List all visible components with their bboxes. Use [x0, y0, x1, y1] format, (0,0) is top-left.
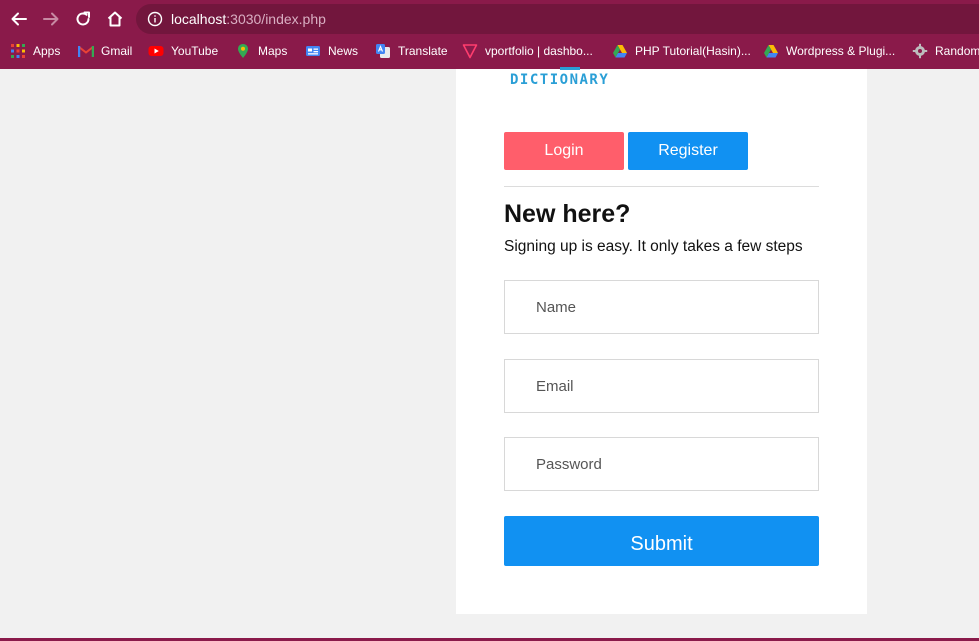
form-subtext: Signing up is easy. It only takes a few …: [504, 238, 803, 255]
auth-card: DICTIONARY Login Register New here? Sign…: [456, 67, 867, 614]
forward-button[interactable]: [38, 6, 64, 32]
bookmark-vportfolio[interactable]: vportfolio | dashbo...: [462, 42, 593, 60]
reload-button[interactable]: [70, 6, 96, 32]
name-placeholder: Name: [536, 298, 577, 316]
bookmark-apps[interactable]: Apps: [10, 42, 60, 60]
email-placeholder: Email: [536, 377, 574, 395]
bookmark-label: Translate: [398, 44, 448, 58]
bookmark-youtube[interactable]: YouTube: [148, 42, 218, 60]
url-text[interactable]: localhost:3030/index.php: [171, 11, 326, 27]
submit-label: Submit: [630, 532, 693, 555]
url-host: localhost: [171, 11, 227, 27]
form-heading: New here?: [504, 200, 631, 228]
bookmark-label: Gmail: [101, 44, 133, 58]
bookmark-translate[interactable]: Translate: [375, 42, 448, 60]
gear-icon: [912, 43, 928, 59]
login-tab-button[interactable]: Login: [504, 132, 624, 170]
bookmark-maps[interactable]: Maps: [235, 42, 287, 60]
bookmark-news[interactable]: News: [305, 42, 358, 60]
reload-icon: [76, 11, 90, 26]
news-icon: [306, 46, 320, 56]
bookmark-label: Apps: [33, 44, 61, 58]
bookmark-random[interactable]: Random: [912, 42, 979, 60]
bookmark-wordpress[interactable]: Wordpress & Plugi...: [763, 42, 895, 60]
password-placeholder: Password: [536, 455, 602, 473]
gmail-icon: [78, 46, 94, 57]
register-tab-button[interactable]: Register: [628, 132, 748, 170]
bookmark-label: YouTube: [171, 44, 219, 58]
drive-icon: [764, 45, 778, 58]
back-button[interactable]: [6, 6, 32, 32]
bookmark-label: Wordpress & Plugi...: [786, 44, 896, 58]
triangle-icon: [462, 44, 478, 59]
bookmark-php-tutorial[interactable]: PHP Tutorial(Hasin)...: [612, 42, 751, 60]
home-button[interactable]: [102, 6, 128, 32]
browser-toolbar: localhost:3030/index.php: [0, 0, 979, 36]
bookmark-label: PHP Tutorial(Hasin)...: [635, 44, 751, 58]
drive-icon: [613, 45, 627, 58]
url-path: :3030/index.php: [226, 11, 326, 27]
password-input[interactable]: Password: [504, 437, 819, 491]
bookmark-label: Maps: [258, 44, 288, 58]
logo-graphic: [560, 67, 580, 70]
info-icon[interactable]: [147, 11, 163, 27]
bookmarks-bar: Apps Gmail YouTube Maps News Translate v…: [0, 38, 979, 64]
page-viewport: DICTIONARY Login Register New here? Sign…: [0, 67, 979, 638]
logo: DICTIONARY: [510, 72, 610, 88]
apps-grid-icon: [11, 44, 25, 58]
home-icon: [107, 11, 123, 27]
submit-button[interactable]: Submit: [504, 516, 819, 566]
bookmark-label: Random: [935, 44, 979, 58]
bookmark-gmail[interactable]: Gmail: [78, 42, 132, 60]
browser-frame: localhost:3030/index.php Apps Gmail YouT…: [0, 0, 979, 69]
maps-pin-icon: [238, 44, 248, 58]
forward-arrow-icon: [43, 12, 59, 26]
name-input[interactable]: Name: [504, 280, 819, 334]
translate-icon: [376, 44, 390, 58]
email-input[interactable]: Email: [504, 359, 819, 413]
divider: [504, 186, 819, 187]
youtube-icon: [148, 46, 164, 56]
back-arrow-icon: [11, 12, 27, 26]
bookmark-label: vportfolio | dashbo...: [485, 44, 593, 58]
address-bar[interactable]: localhost:3030/index.php: [136, 4, 979, 34]
bookmark-label: News: [328, 44, 359, 58]
